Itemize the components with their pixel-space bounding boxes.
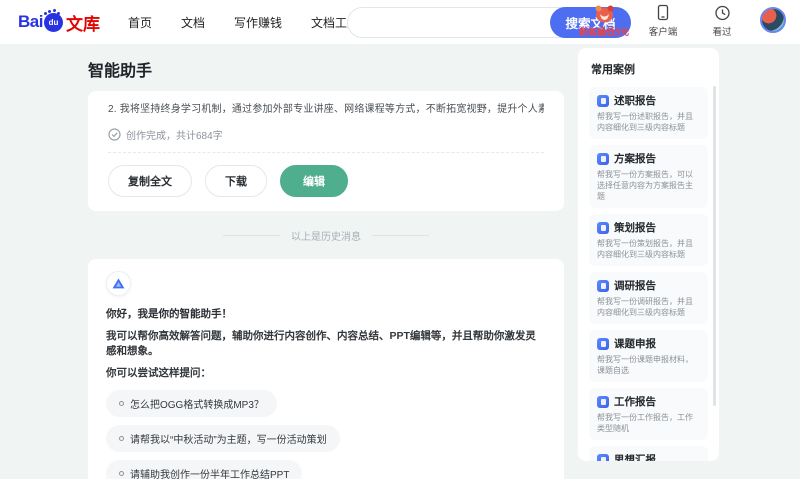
report-doc-icon [597, 453, 609, 461]
case-title: 方案报告 [614, 153, 656, 165]
assistant-panel: 智能助手 2. 我将坚持终身学习机制，通过参加外部专业讲座、网络课程等方式，不断… [88, 45, 564, 479]
suggestion-chip-midautumn[interactable]: 请帮我以“中秋活动”为主题，写一份活动策划 [106, 425, 340, 452]
viewed-label: 看过 [712, 27, 732, 38]
case-desc: 帮我写一份工作报告，工作类型随机 [597, 413, 693, 433]
creation-status-text: 创作完成，共计684字 [126, 131, 223, 142]
greeting-card: 你好，我是你的智能助手！ 我可以帮你高效解答问题，辅助你进行内容创作、内容总结、… [88, 259, 564, 479]
history-divider-text: 以上是历史消息 [291, 232, 361, 243]
suggestion-text: 怎么把OGG格式转换成MP3？ [130, 400, 264, 411]
promo-entry[interactable]: 新客最低5元 [579, 4, 629, 38]
download-button[interactable]: 下载 [205, 165, 267, 197]
creation-status: 创作完成，共计684字 [108, 127, 544, 142]
assistant-avatar-icon [106, 271, 131, 296]
case-title: 调研报告 [614, 280, 656, 292]
report-doc-icon [597, 221, 609, 234]
history-divider: 以上是历史消息 [88, 228, 564, 243]
page-title: 智能助手 [88, 63, 153, 80]
user-avatar[interactable] [760, 7, 786, 33]
bullet-circle-icon [119, 401, 124, 406]
greeting-hint: 你可以尝试这样提问： [106, 367, 211, 379]
case-item-keti[interactable]: 课题申报 帮我写一份课题申报材料，课题自选 [589, 330, 708, 382]
bullet-circle-icon [119, 471, 124, 476]
client-label: 客户端 [648, 27, 678, 38]
case-item-gongzuo[interactable]: 工作报告 帮我写一份工作报告，工作类型随机 [589, 388, 708, 440]
promo-label: 新客最低5元 [579, 27, 630, 37]
report-doc-icon [597, 279, 609, 292]
logo-wenku-text: 文库 [65, 14, 100, 34]
history-actions: 复制全文 下载 编辑 [108, 165, 544, 197]
history-partial-text: 2. 我将坚持终身学习机制，通过参加外部专业讲座、网络课程等方式，不断拓宽视野，… [108, 104, 544, 115]
logo-bai-text: Bai [18, 12, 43, 31]
case-item-cehua[interactable]: 策划报告 帮我写一份策划报告，并且内容细化到三级内容标题 [589, 214, 708, 266]
case-item-shuzhi[interactable]: 述职报告 帮我写一份述职报告，并且内容细化到三级内容标题 [589, 87, 708, 139]
report-doc-icon [597, 152, 609, 165]
client-entry[interactable]: 客户端 [642, 4, 684, 38]
nav-item-home[interactable]: 首页 [128, 14, 152, 31]
logo-du-text: du [48, 17, 59, 27]
suggestion-chip-ppt[interactable]: 请辅助我创作一份半年工作总结PPT [106, 460, 303, 479]
case-desc: 帮我写一份方案报告，可以选择任意内容为方案报告主题 [597, 170, 693, 201]
case-item-sixiang[interactable]: 思想汇报 帮我写一份思想汇报 [589, 446, 708, 461]
top-navbar: Bai du 文库 首页 文档 写作赚钱 文档工具 更多 搜索文档 新客最低5元 [0, 0, 800, 45]
nav-item-write-earn[interactable]: 写作赚钱 [234, 14, 282, 31]
divider-line-left [223, 235, 280, 236]
baidu-paw-icon: du [43, 9, 63, 32]
sidebar-title: 常用案例 [591, 64, 635, 76]
report-doc-icon [597, 395, 609, 408]
case-title: 思想汇报 [614, 454, 656, 461]
phone-icon [655, 4, 671, 22]
report-doc-icon [597, 337, 609, 350]
case-desc: 帮我写一份调研报告，并且内容细化到三级内容标题 [597, 297, 693, 317]
suggestion-text: 请辅助我创作一份半年工作总结PPT [130, 470, 290, 479]
header-right-group: 新客最低5元 客户端 看过 [579, 4, 786, 38]
viewed-entry[interactable]: 看过 [701, 4, 743, 38]
suggestion-text: 请帮我以“中秋活动”为主题，写一份活动策划 [130, 435, 327, 446]
suggestion-list: 怎么把OGG格式转换成MP3？ 请帮我以“中秋活动”为主题，写一份活动策划 请辅… [106, 390, 546, 479]
edit-button[interactable]: 编辑 [280, 165, 348, 197]
greeting-title: 你好，我是你的智能助手！ [106, 308, 232, 320]
nav-item-docs[interactable]: 文档 [181, 14, 205, 31]
history-message-card: 2. 我将坚持终身学习机制，通过参加外部专业讲座、网络课程等方式，不断拓宽视野，… [88, 91, 564, 211]
clock-icon [714, 4, 731, 22]
divider-line-right [372, 235, 429, 236]
greeting-description: 我可以帮你高效解答问题，辅助你进行内容创作、内容总结、PPT编辑等，并且帮助你激… [106, 330, 536, 357]
case-desc: 帮我写一份策划报告，并且内容细化到三级内容标题 [597, 239, 693, 259]
case-title: 课题申报 [614, 338, 656, 350]
sidebar-scrollbar[interactable] [713, 86, 716, 406]
case-item-diaoyan[interactable]: 调研报告 帮我写一份调研报告，并且内容细化到三级内容标题 [589, 272, 708, 324]
suggestion-chip-ogg-mp3[interactable]: 怎么把OGG格式转换成MP3？ [106, 390, 277, 417]
case-desc: 帮我写一份述职报告，并且内容细化到三级内容标题 [597, 112, 693, 132]
bullet-circle-icon [119, 436, 124, 441]
dashed-divider [108, 152, 544, 153]
report-doc-icon [597, 94, 609, 107]
common-cases-sidebar: 常用案例 述职报告 帮我写一份述职报告，并且内容细化到三级内容标题 方案报告 帮… [578, 48, 719, 461]
baidu-wenku-logo[interactable]: Bai du 文库 [18, 9, 100, 35]
case-title: 工作报告 [614, 396, 656, 408]
promo-mascot-icon [594, 4, 615, 23]
copy-full-text-button[interactable]: 复制全文 [108, 165, 192, 197]
case-title: 策划报告 [614, 222, 656, 234]
check-circle-icon [108, 128, 121, 141]
case-item-fangan[interactable]: 方案报告 帮我写一份方案报告，可以选择任意内容为方案报告主题 [589, 145, 708, 208]
case-desc: 帮我写一份课题申报材料，课题自选 [597, 355, 693, 375]
case-title: 述职报告 [614, 95, 656, 107]
